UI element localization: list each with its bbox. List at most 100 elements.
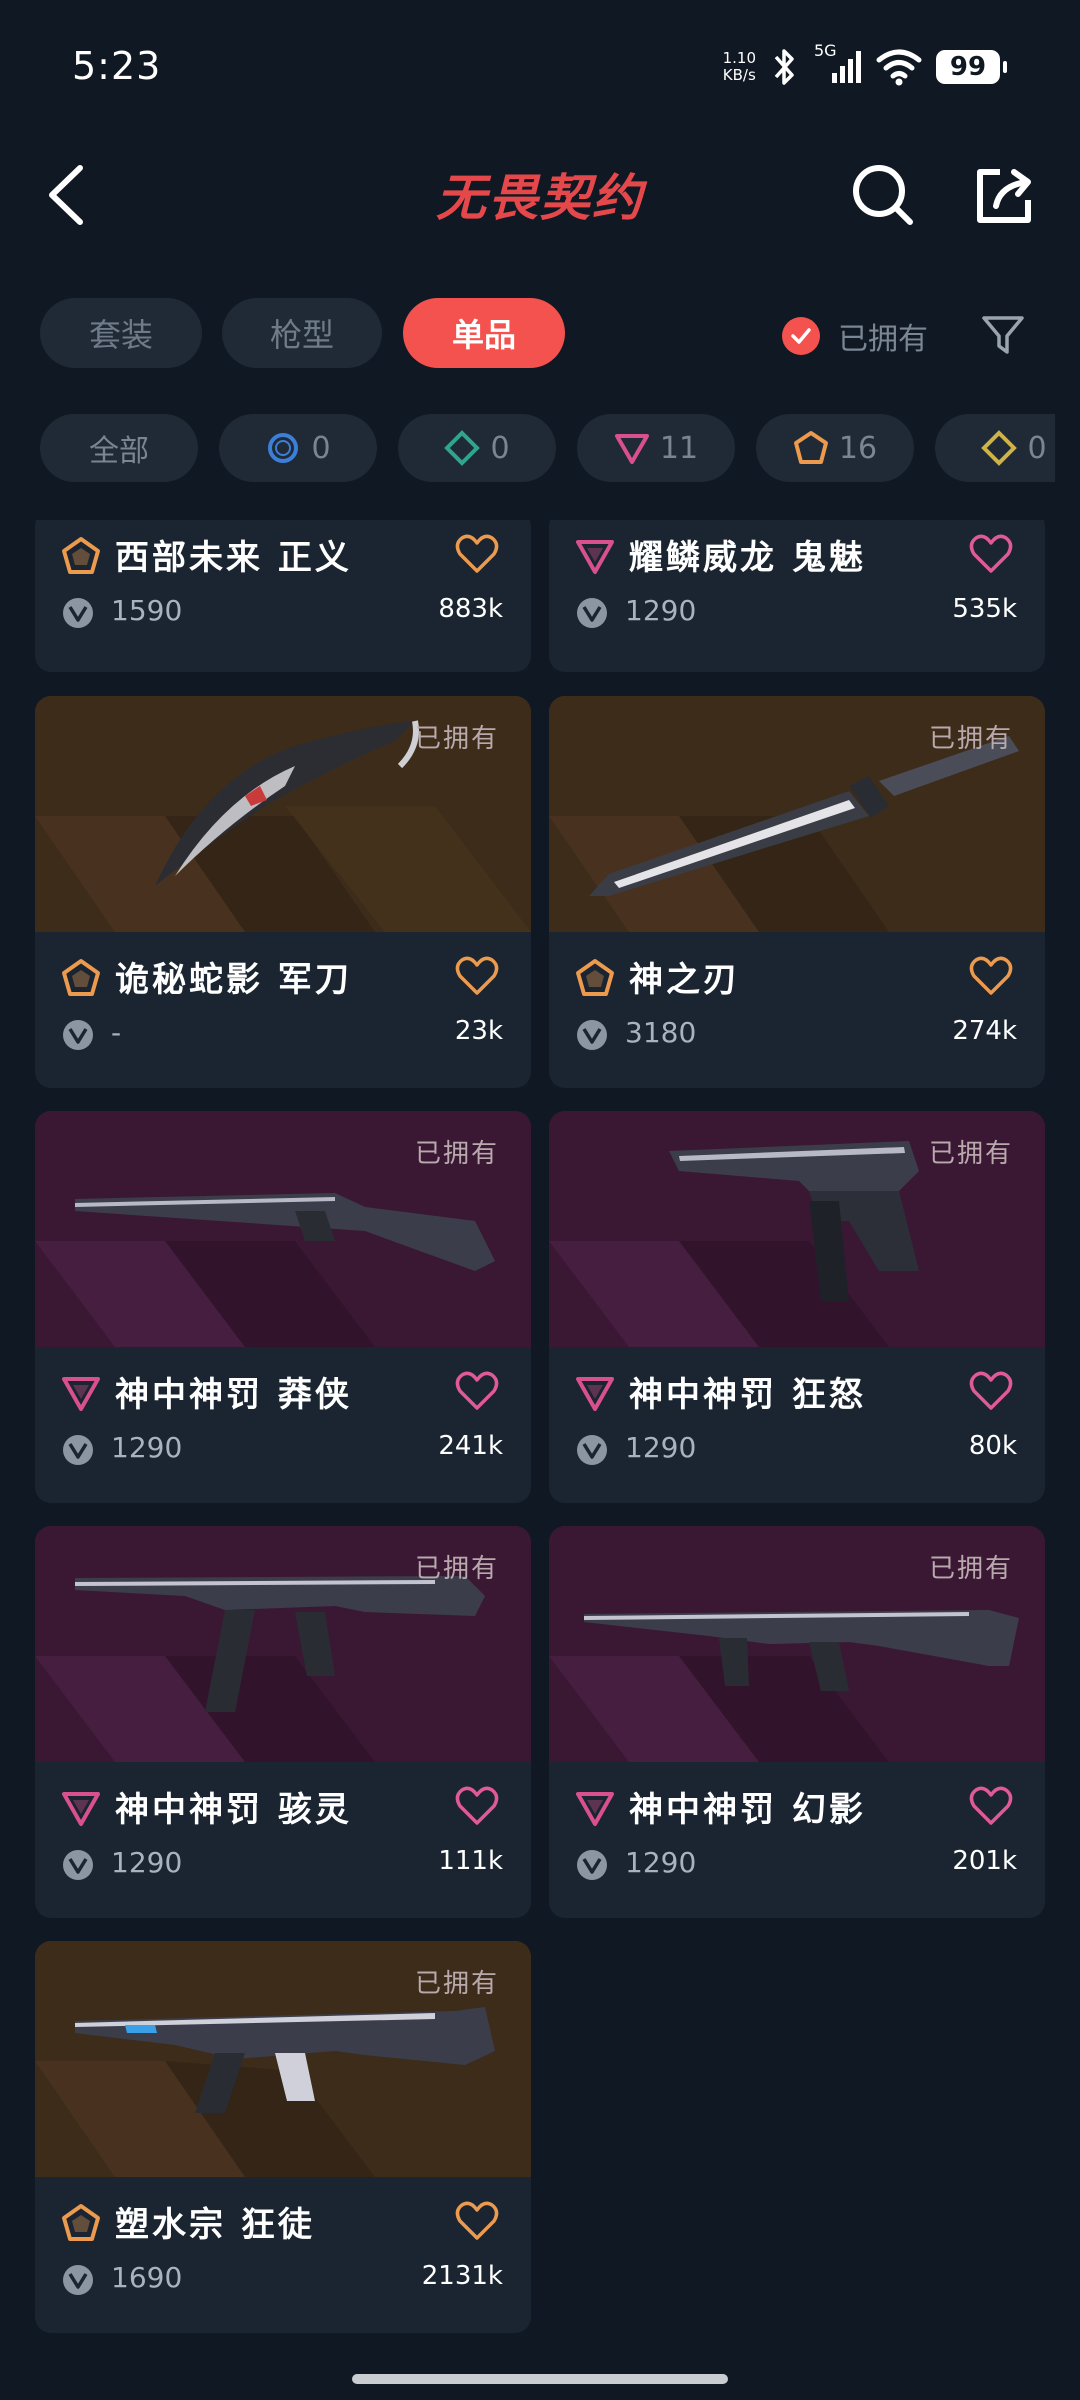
item-name: 诡秘蛇影 军刀 — [115, 960, 352, 1000]
item-image-karambit-knife: 已拥有 — [35, 696, 531, 932]
wifi-icon — [876, 49, 922, 86]
item-card[interactable]: 西部未来 正义 1590 883k — [35, 520, 531, 672]
triangle-tier-icon — [614, 434, 649, 464]
heart-icon[interactable] — [969, 1786, 1013, 1826]
heart-icon[interactable] — [455, 1371, 499, 1411]
heart-icon[interactable] — [969, 1371, 1013, 1411]
item-likes: 201k — [952, 1846, 1017, 1876]
heart-icon[interactable] — [455, 956, 499, 996]
tier-chip-exclusive[interactable]: 16 — [756, 414, 914, 482]
item-image-blade-knife: 已拥有 — [549, 696, 1045, 932]
owned-filter-toggle[interactable]: 已拥有 — [782, 314, 928, 358]
tier-chip-ultra[interactable]: 0 — [935, 414, 1055, 482]
page-title: 无畏契约 — [436, 169, 644, 227]
item-name: 神中神罚 骇灵 — [115, 1790, 352, 1830]
owned-tag: 已拥有 — [414, 724, 499, 754]
triangle-tier-icon — [576, 1377, 614, 1411]
item-card[interactable]: 已拥有 诡秘蛇影 军刀 - 23k — [35, 696, 531, 1088]
item-name: 神中神罚 莽侠 — [115, 1375, 352, 1415]
tier-chip-select[interactable]: 0 — [219, 414, 377, 482]
owned-tag: 已拥有 — [928, 1139, 1013, 1169]
heart-icon[interactable] — [969, 956, 1013, 996]
item-image-pistol: 已拥有 — [549, 1111, 1045, 1347]
item-card[interactable]: 已拥有 神之刃 3180 274k — [549, 696, 1045, 1088]
category-tabs: 套装 枪型 单品 已拥有 — [0, 298, 1080, 370]
item-image-smg: 已拥有 — [35, 1526, 531, 1762]
battery-indicator: 99 — [936, 50, 1007, 84]
triangle-tier-icon — [62, 1377, 100, 1411]
item-image-rifle: 已拥有 — [549, 1526, 1045, 1762]
tab-weapon-types[interactable]: 枪型 — [222, 298, 382, 368]
item-price: 3180 — [625, 1016, 697, 1049]
pentagon-tier-icon — [62, 959, 100, 996]
item-likes: 23k — [454, 1016, 503, 1046]
triangle-tier-icon — [62, 1792, 100, 1826]
search-button[interactable] — [848, 160, 918, 230]
checkbox-checked-icon[interactable] — [782, 317, 820, 355]
item-price: 1290 — [625, 594, 697, 627]
tier-filter-row: 全部 0 0 11 16 0 — [0, 414, 1055, 486]
share-button[interactable] — [970, 160, 1040, 230]
item-card[interactable]: 已拥有 神中神罚 幻影 1290 201k — [549, 1526, 1045, 1918]
item-name: 西部未来 正义 — [115, 538, 352, 578]
item-name: 神中神罚 狂怒 — [629, 1375, 866, 1415]
heart-icon[interactable] — [455, 2201, 499, 2241]
diamond-tier-icon — [444, 430, 481, 466]
tier-chip-deluxe[interactable]: 0 — [398, 414, 556, 482]
pentagon-tier-icon — [576, 959, 614, 996]
item-likes: 274k — [952, 1016, 1017, 1046]
item-card[interactable]: 已拥有 神中神罚 狂怒 1290 80k — [549, 1111, 1045, 1503]
item-card[interactable]: 已拥有 塑水宗 狂徒 1690 2131k — [35, 1941, 531, 2333]
valorant-points-icon — [63, 598, 93, 628]
item-name: 神中神罚 幻影 — [629, 1790, 866, 1830]
item-likes: 111k — [438, 1846, 503, 1876]
back-button[interactable] — [40, 160, 104, 230]
item-grid: 西部未来 正义 1590 883k 耀鳞威龙 鬼魅 1290 535k 已拥有 … — [0, 520, 1080, 2360]
status-time: 5:23 — [72, 44, 162, 88]
item-card[interactable]: 耀鳞威龙 鬼魅 1290 535k — [549, 520, 1045, 672]
status-bar: 5:23 1.10 KB/s 5G 99 — [0, 0, 1080, 130]
item-price: 1590 — [111, 594, 183, 627]
tier-chip-all[interactable]: 全部 — [40, 414, 198, 482]
filter-button[interactable] — [980, 312, 1026, 358]
tab-single-items[interactable]: 单品 — [403, 298, 565, 368]
valorant-points-icon — [63, 1020, 93, 1050]
pentagon-tier-icon — [793, 431, 828, 464]
owned-tag: 已拥有 — [414, 1969, 499, 1999]
item-price: - — [111, 1016, 122, 1049]
network-speed: 1.10 KB/s — [722, 49, 756, 84]
cellular-signal-icon: 5G — [814, 41, 862, 87]
pentagon-tier-icon — [62, 537, 100, 574]
item-name: 神之刃 — [629, 960, 740, 1000]
header: 无畏契约 — [0, 140, 1080, 250]
item-price: 1290 — [111, 1846, 183, 1879]
heart-icon[interactable] — [455, 1786, 499, 1826]
bluetooth-icon — [774, 49, 794, 85]
home-indicator[interactable] — [352, 2374, 728, 2384]
heart-icon[interactable] — [455, 534, 499, 574]
valorant-points-icon — [577, 598, 607, 628]
item-image-shotgun: 已拥有 — [35, 1111, 531, 1347]
item-likes: 241k — [438, 1431, 503, 1461]
diamond-yellow-tier-icon — [981, 430, 1018, 466]
valorant-points-icon — [63, 1850, 93, 1880]
item-card[interactable]: 已拥有 神中神罚 莽侠 1290 241k — [35, 1111, 531, 1503]
pentagon-tier-icon — [62, 2204, 100, 2241]
valorant-points-icon — [577, 1020, 607, 1050]
owned-tag: 已拥有 — [414, 1139, 499, 1169]
heart-icon[interactable] — [969, 534, 1013, 574]
circle-tier-icon — [268, 433, 299, 463]
item-likes: 2131k — [421, 2261, 503, 2291]
tab-bundles[interactable]: 套装 — [40, 298, 202, 368]
item-image-rifle-vandal: 已拥有 — [35, 1941, 531, 2177]
item-name: 塑水宗 狂徒 — [115, 2205, 315, 2245]
item-likes: 883k — [438, 594, 503, 624]
item-card[interactable]: 已拥有 神中神罚 骇灵 1290 111k — [35, 1526, 531, 1918]
item-price: 1690 — [111, 2261, 183, 2294]
owned-tag: 已拥有 — [928, 1554, 1013, 1584]
tier-chip-premium[interactable]: 11 — [577, 414, 735, 482]
owned-filter-label: 已拥有 — [838, 322, 928, 357]
item-price: 1290 — [625, 1431, 697, 1464]
item-price: 1290 — [625, 1846, 697, 1879]
owned-tag: 已拥有 — [928, 724, 1013, 754]
